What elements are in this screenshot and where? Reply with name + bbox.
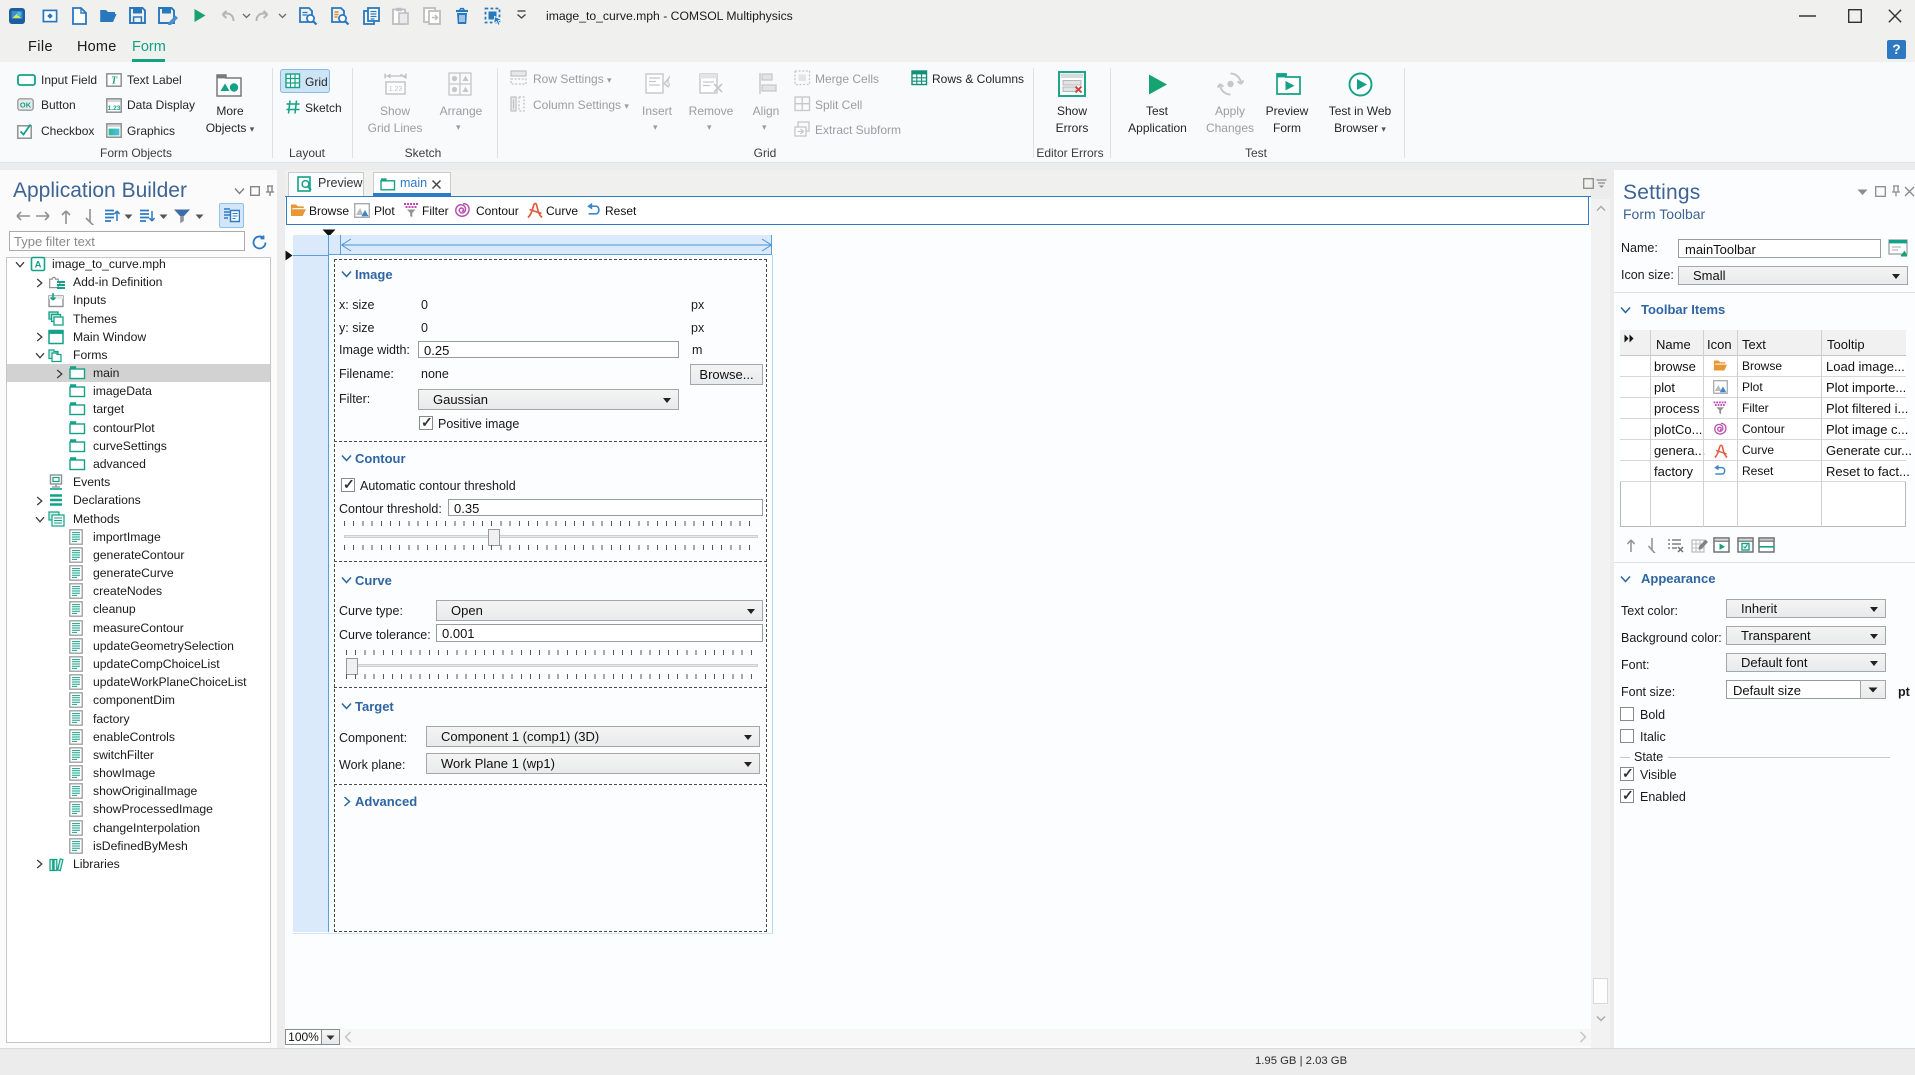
svg-text:OK: OK xyxy=(20,101,32,110)
svg-text:A: A xyxy=(35,260,42,271)
svg-text:1.23: 1.23 xyxy=(389,86,403,93)
svg-text:T: T xyxy=(111,76,118,87)
svg-text:1.23: 1.23 xyxy=(108,105,121,112)
